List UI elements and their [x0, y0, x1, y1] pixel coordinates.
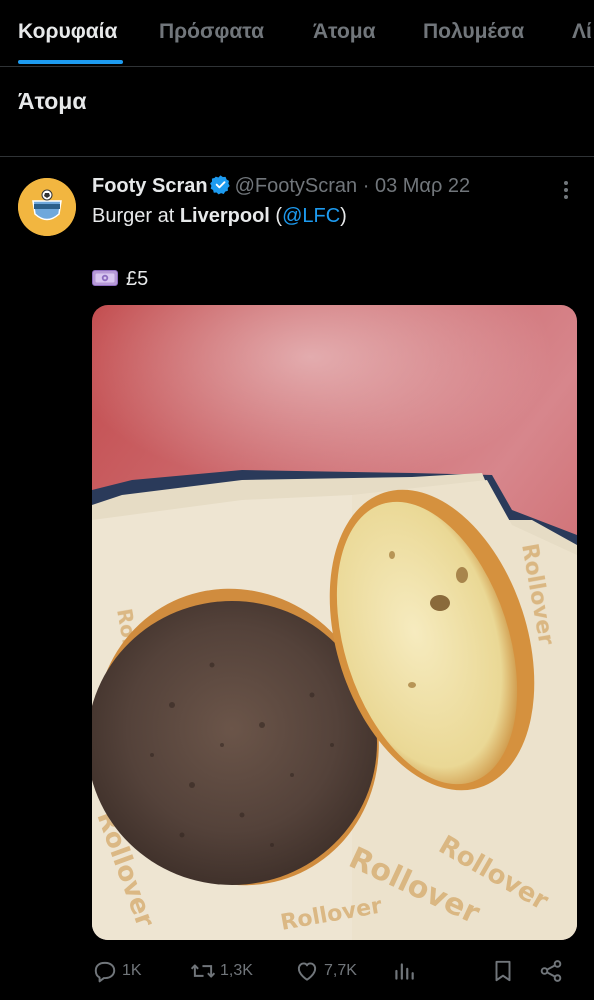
tweet-text-close: ) [340, 205, 347, 227]
reply-count: 1K [122, 962, 142, 979]
more-options-icon[interactable] [556, 178, 576, 202]
tweet-text-open: ( [269, 205, 283, 227]
burger-photo: Rollover Rollover Rollover Rollover Roll… [92, 305, 577, 940]
price-value: £5 [126, 268, 149, 290]
divider [0, 156, 594, 157]
tab-top[interactable]: Κορυφαία [18, 20, 117, 44]
footy-scran-logo [18, 178, 76, 236]
like-button[interactable]: 7,7K [294, 958, 357, 984]
tab-media[interactable]: Πολυμέσα [423, 20, 524, 44]
verified-icon [209, 175, 230, 195]
retweet-button[interactable]: 1,3K [190, 958, 253, 984]
price-line: £5 [92, 268, 148, 291]
reply-icon [94, 961, 116, 983]
bookmark-icon [495, 960, 511, 982]
tweet-text-team: Liverpool [179, 205, 270, 227]
analytics-icon [395, 963, 414, 980]
tab-latest[interactable]: Πρόσφατα [159, 20, 264, 44]
heart-icon [297, 962, 317, 981]
section-title: Άτομα [18, 88, 87, 114]
author-handle[interactable]: @FootyScran [235, 175, 358, 197]
separator-dot: · [362, 175, 370, 197]
mention-link[interactable]: @LFC [282, 205, 340, 227]
retweet-icon [190, 964, 216, 978]
money-icon [92, 270, 118, 286]
share-icon [540, 960, 562, 982]
active-tab-indicator [18, 60, 123, 64]
like-count: 7,7K [324, 962, 357, 979]
tab-people[interactable]: Άτομα [313, 20, 376, 44]
views-button[interactable] [391, 958, 421, 984]
tab-bar: Κορυφαία Πρόσφατα Άτομα Πολυμέσα Λί [0, 0, 594, 67]
tweet-photo[interactable]: Rollover Rollover Rollover Rollover Roll… [92, 305, 577, 940]
retweet-count: 1,3K [220, 962, 253, 979]
avatar[interactable] [18, 178, 76, 236]
reply-button[interactable]: 1K [92, 958, 142, 984]
bookmark-button[interactable] [490, 958, 520, 984]
tweet-date[interactable]: 03 Μαρ 22 [375, 175, 470, 197]
tweet-actions: 1K 1,3K 7,7K [0, 954, 594, 988]
tweet-text-prefix: Burger at [92, 205, 180, 227]
tweet-header: Footy Scran @FootyScran · 03 Μαρ 22 [92, 174, 470, 198]
share-button[interactable] [538, 958, 568, 984]
tweet-text: Burger at Liverpool (@LFC) [92, 205, 347, 228]
tab-lists[interactable]: Λί [572, 20, 592, 44]
author-name[interactable]: Footy Scran [92, 175, 208, 197]
